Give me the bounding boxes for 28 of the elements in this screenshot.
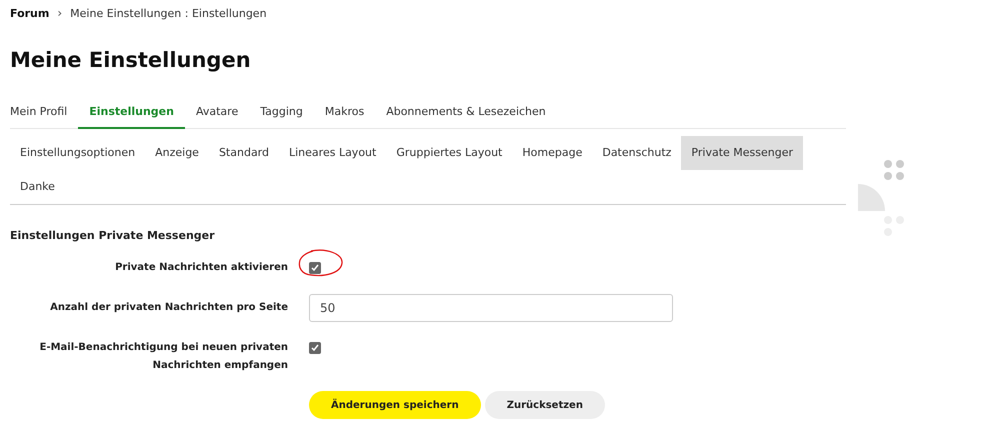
reset-button[interactable]: Zurücksetzen [484,391,605,419]
field-label: E-Mail-Benachrichtigung bei neuen privaten Nachrichten empfangen [38,341,288,373]
subtab[interactable]: Homepage [512,136,592,170]
subtab[interactable]: Datenschutz [592,136,682,170]
field-label: Anzahl der privaten Nachrichten pro Seite [49,301,288,315]
breadcrumb-link[interactable]: Forum [10,6,50,20]
subtab[interactable]: Gruppiertes Layout [386,136,512,170]
section-title: Einstellungen Private Messenger [10,229,216,242]
page-title: Meine Einstellungen [10,48,252,74]
breadcrumb-separator: › [57,6,62,20]
subtab[interactable]: Anzeige [145,136,209,170]
checkbox[interactable] [309,342,321,354]
tab[interactable]: Makros [314,98,376,129]
tab[interactable]: Tagging [249,98,314,129]
input-field[interactable]: 50 [309,294,673,322]
tab[interactable]: Einstellungen [78,98,185,129]
breadcrumb-current: Meine Einstellungen : Einstellungen [70,6,267,20]
checkbox[interactable] [309,262,321,274]
subtab[interactable]: Private Messenger [681,136,803,170]
tab[interactable]: Avatare [184,98,250,129]
tab[interactable]: Mein Profil [10,98,78,129]
subtab[interactable]: Einstellungsoptionen [10,136,146,170]
tab[interactable]: Abonnements & Lesezeichen [375,98,557,129]
field-label: Private Nachrichten aktivieren [114,261,288,275]
save-button[interactable]: Änderungen speichern [309,391,481,419]
subtab[interactable]: Standard [208,136,279,170]
subtab[interactable]: Lineares Layout [279,136,386,170]
subtab[interactable]: Danke [10,170,65,204]
